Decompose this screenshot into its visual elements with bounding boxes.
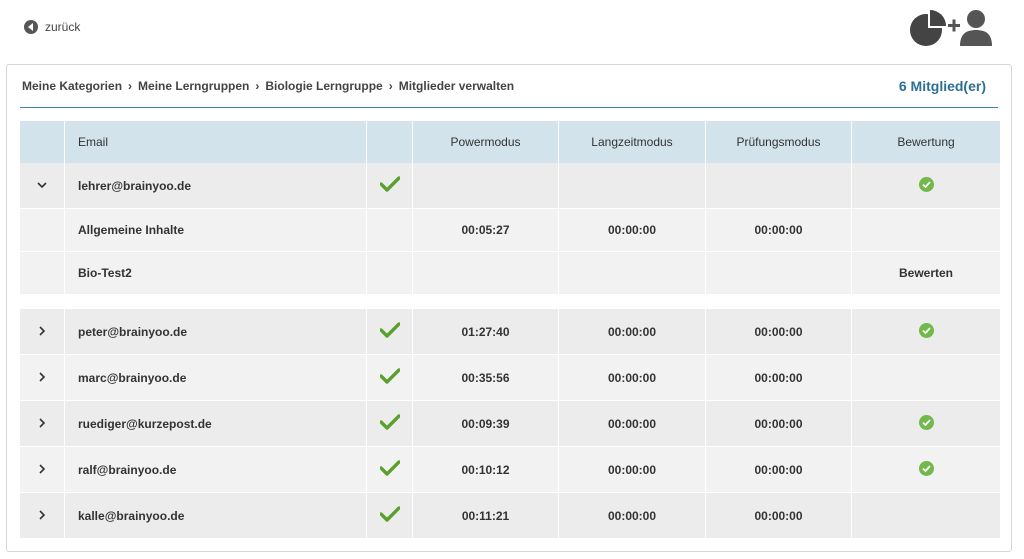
table-row[interactable]: marc@brainyoo.de 00:35:56 00:00:00 00:00:00 [20, 355, 1000, 401]
member-email: ralf@brainyoo.de [65, 447, 367, 493]
member-email: kalle@brainyoo.de [65, 493, 367, 539]
chevron-right-icon[interactable] [37, 509, 47, 520]
member-count: 6 Mitglied(er) [898, 78, 986, 94]
members-panel: Meine Kategorien › Meine Lerngruppen › B… [6, 64, 1012, 552]
exam-time [706, 252, 852, 295]
checkmark-icon [379, 506, 400, 522]
power-time [413, 252, 559, 295]
power-time: 00:09:39 [413, 401, 559, 447]
breadcrumb-item-groups[interactable]: Meine Lerngruppen [138, 79, 249, 93]
checkmark-icon [379, 322, 400, 338]
long-time [559, 252, 706, 295]
checkmark-icon [379, 460, 400, 476]
checkmark-icon [379, 368, 400, 384]
row-spacer [20, 295, 1000, 309]
long-time: 00:00:00 [559, 447, 706, 493]
sub-row: Allgemeine Inhalte 00:05:27 00:00:00 00:… [20, 209, 1000, 252]
exam-time: 00:00:00 [706, 493, 852, 539]
long-time: 00:00:00 [559, 355, 706, 401]
rating-cell [852, 209, 1000, 252]
pie-chart-icon[interactable] [908, 8, 948, 53]
column-header-power[interactable]: Powermodus [413, 121, 559, 163]
table-row[interactable]: ralf@brainyoo.de 00:10:12 00:00:00 00:00:00 [20, 447, 1000, 493]
column-header-rating[interactable]: Bewertung [852, 121, 1000, 163]
power-time: 00:10:12 [413, 447, 559, 493]
power-time: 00:35:56 [413, 355, 559, 401]
chevron-right-icon: › [255, 79, 260, 93]
chevron-down-icon[interactable] [37, 180, 47, 190]
table-header-row: Email Powermodus Langzeitmodus Prüfungsm… [20, 121, 1000, 163]
member-email: lehrer@brainyoo.de [65, 163, 367, 209]
checkmark-icon [379, 414, 400, 430]
check-circle-icon [918, 322, 934, 338]
column-header-email[interactable]: Email [65, 121, 367, 163]
long-time: 00:00:00 [559, 493, 706, 539]
chevron-right-icon[interactable] [37, 371, 47, 382]
exam-time: 00:00:00 [706, 401, 852, 447]
sub-row-name: Bio-Test2 [65, 252, 367, 295]
exam-time: 00:00:00 [706, 209, 852, 252]
column-header-long[interactable]: Langzeitmodus [559, 121, 706, 163]
table-row[interactable]: peter@brainyoo.de 01:27:40 00:00:00 00:00:0… [20, 309, 1000, 355]
power-time: 00:11:21 [413, 493, 559, 539]
long-time: 00:00:00 [559, 401, 706, 447]
back-label: zurück [45, 20, 81, 34]
add-user-icon[interactable] [948, 8, 994, 53]
power-time: 00:05:27 [413, 209, 559, 252]
exam-time: 00:00:00 [706, 309, 852, 355]
long-time: 00:00:00 [559, 309, 706, 355]
breadcrumb-item-categories[interactable]: Meine Kategorien [22, 79, 122, 93]
exam-time: 00:00:00 [706, 447, 852, 493]
long-time: 00:00:00 [559, 209, 706, 252]
column-header-toggle [20, 121, 65, 163]
sub-row: Bio-Test2 Bewerten [20, 252, 1000, 295]
table-row[interactable]: lehrer@brainyoo.de [20, 163, 1000, 209]
sub-row-name: Allgemeine Inhalte [65, 209, 367, 252]
table-row[interactable]: kalle@brainyoo.de 00:11:21 00:00:00 00:00:0… [20, 493, 1000, 539]
chevron-right-icon[interactable] [37, 463, 47, 474]
member-email: ruediger@kurzepost.de [65, 401, 367, 447]
exam-time: 00:00:00 [706, 355, 852, 401]
breadcrumb-item-biology-group[interactable]: Biologie Lerngruppe [265, 79, 382, 93]
rate-button[interactable]: Bewerten [852, 252, 1000, 295]
check-circle-icon [918, 460, 934, 476]
chevron-right-icon[interactable] [37, 417, 47, 428]
chevron-right-icon[interactable] [37, 325, 47, 336]
check-circle-icon [918, 176, 934, 192]
members-table: Email Powermodus Langzeitmodus Prüfungsm… [20, 121, 1000, 539]
power-time: 01:27:40 [413, 309, 559, 355]
top-actions [908, 8, 994, 53]
breadcrumb: Meine Kategorien › Meine Lerngruppen › B… [22, 79, 514, 93]
panel-header: Meine Kategorien › Meine Lerngruppen › B… [20, 65, 998, 108]
column-header-exam[interactable]: Prüfungsmodus [706, 121, 852, 163]
checkmark-icon [379, 176, 400, 192]
breadcrumb-item-current: Mitglieder verwalten [398, 79, 515, 93]
chevron-right-icon: › [388, 79, 393, 93]
member-email: marc@brainyoo.de [65, 355, 367, 401]
column-header-status [367, 121, 413, 163]
member-email: peter@brainyoo.de [65, 309, 367, 355]
check-circle-icon [918, 414, 934, 430]
table-row[interactable]: ruediger@kurzepost.de 00:09:39 00:00:00 00:… [20, 401, 1000, 447]
back-link[interactable]: zurück [24, 20, 80, 34]
back-arrow-icon [24, 20, 38, 34]
chevron-right-icon: › [128, 79, 133, 93]
